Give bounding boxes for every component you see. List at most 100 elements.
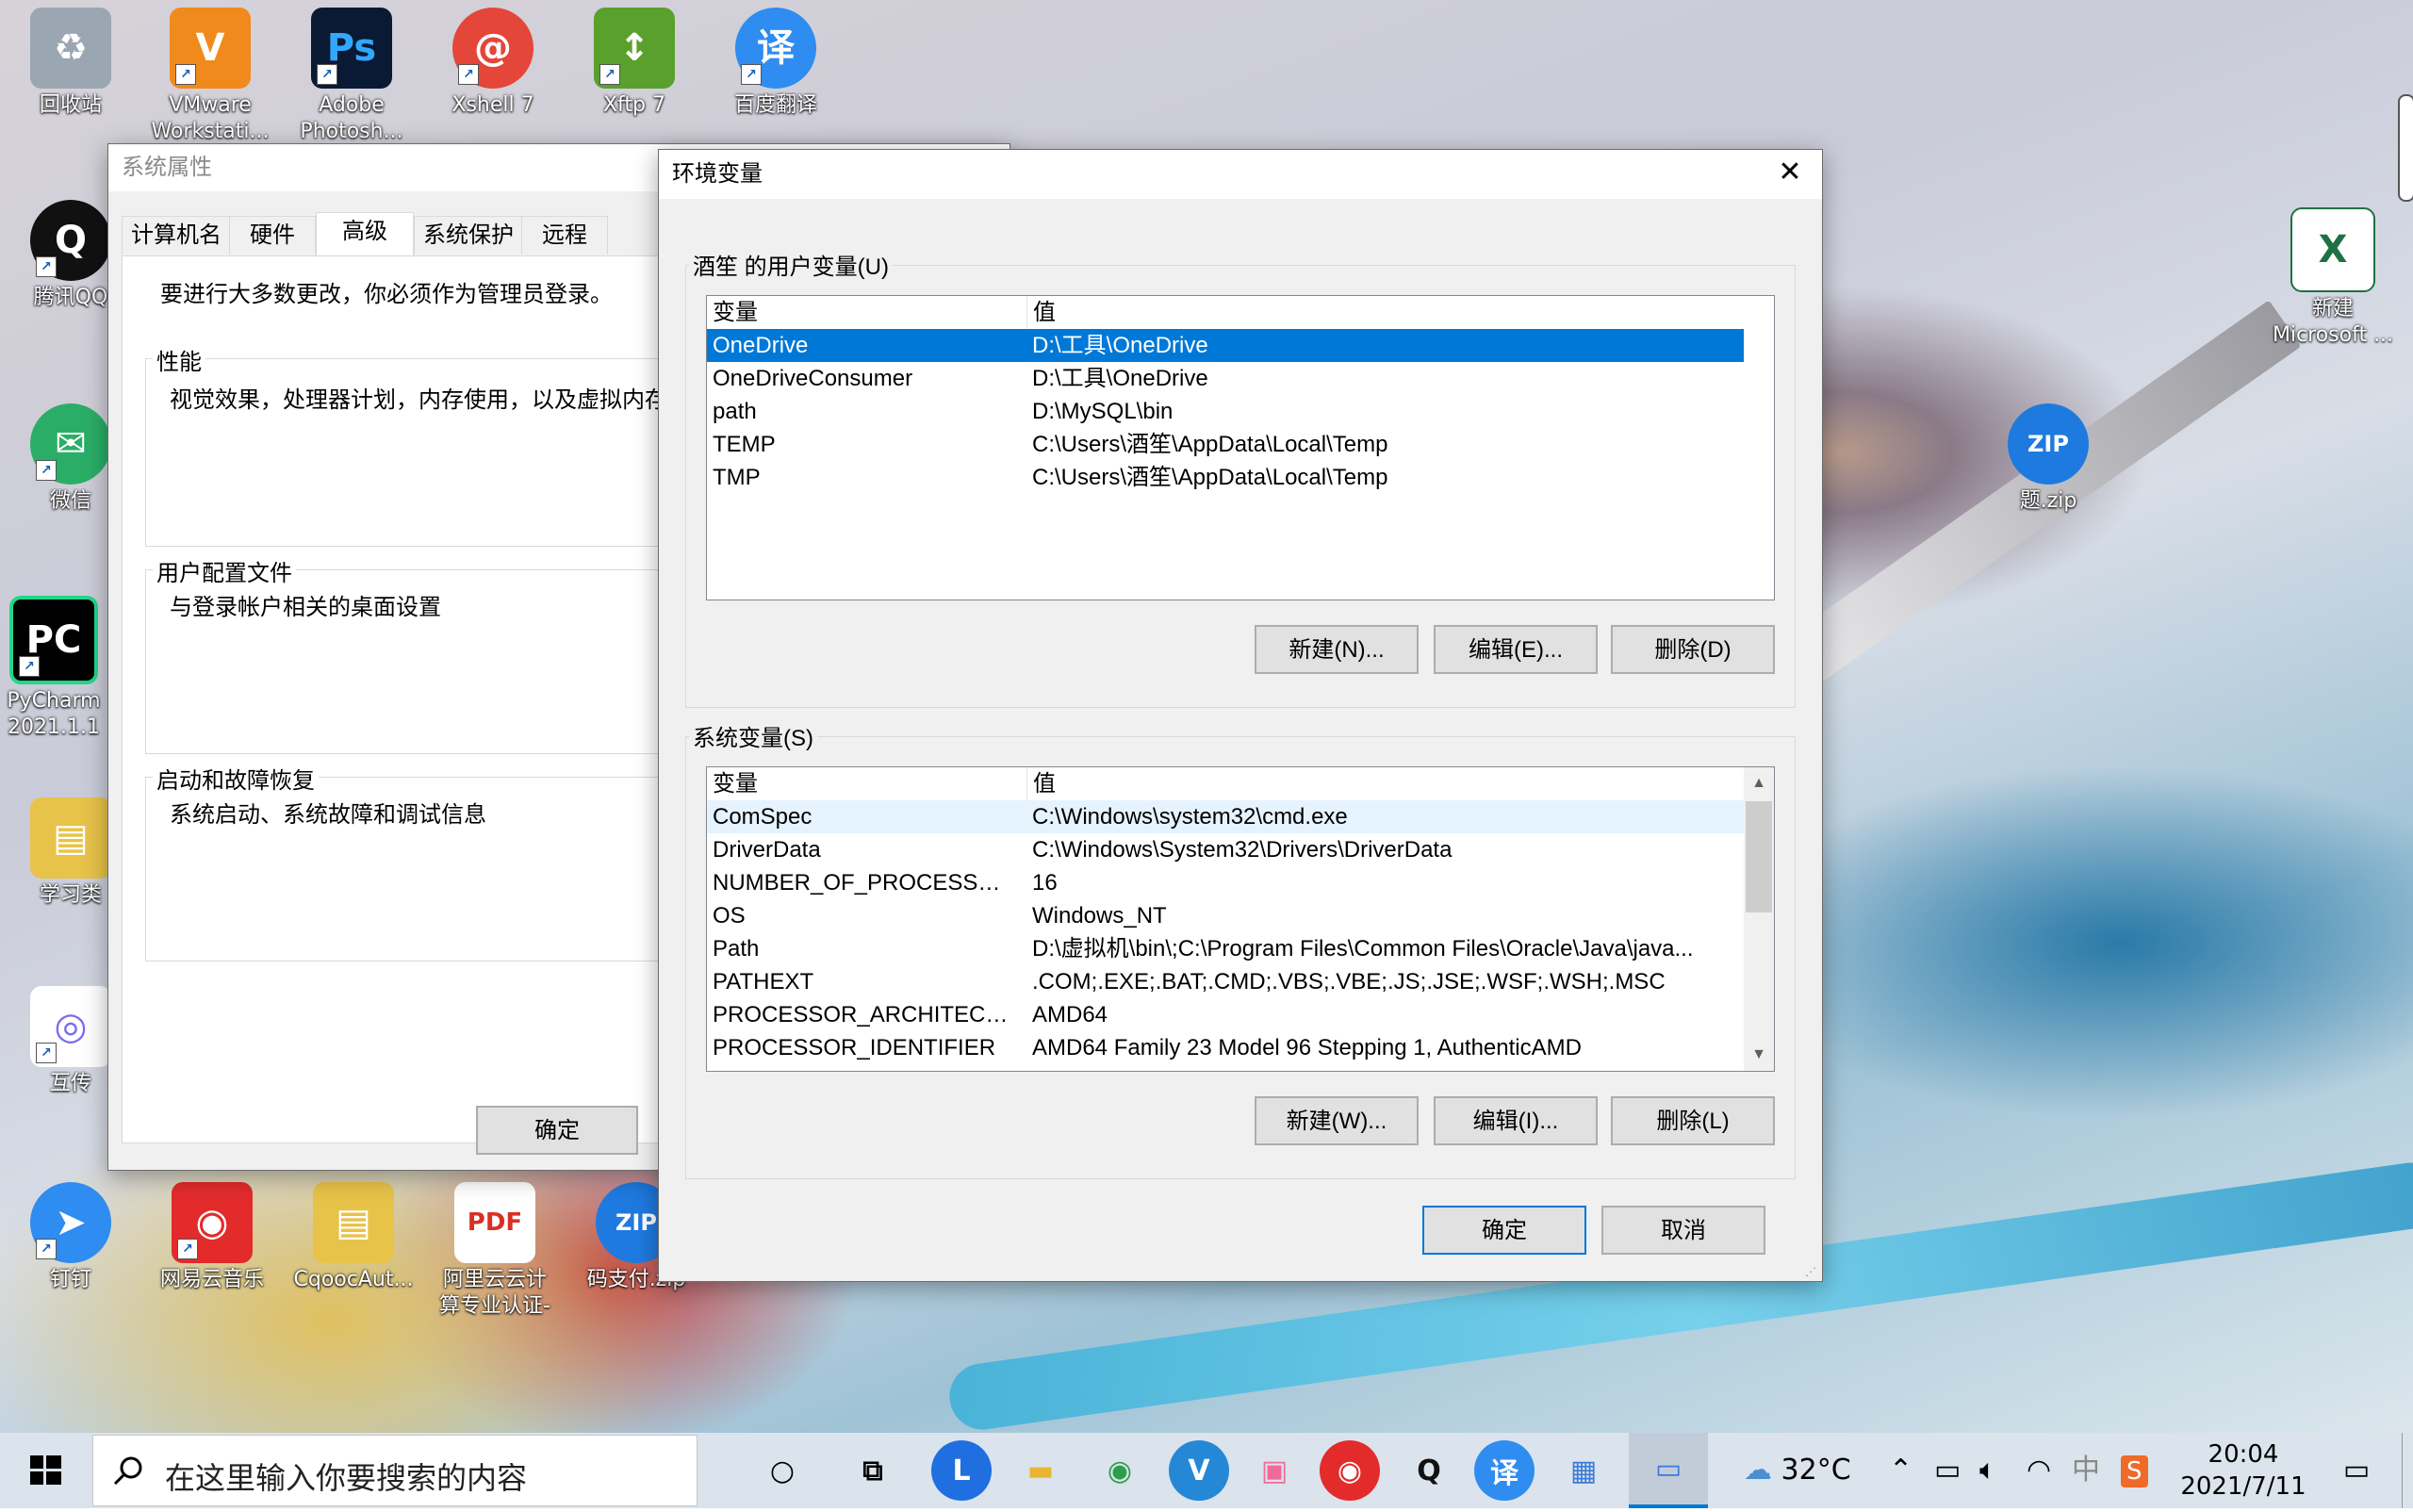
desktop-icon-xshell[interactable]: @ ↗ Xshell 7 xyxy=(432,8,554,119)
sys-var-row[interactable]: OS Windows_NT xyxy=(707,899,1774,932)
cortana-icon[interactable]: ○ xyxy=(752,1440,813,1501)
tab-hardware[interactable]: 硬件 xyxy=(229,216,316,255)
user-edit-button[interactable]: 编辑(E)... xyxy=(1434,625,1598,674)
vscode-icon[interactable]: V xyxy=(1169,1440,1229,1501)
desktop-icon-label: PyCharm 2021.1.1 x64 xyxy=(7,689,101,739)
column-header-variable[interactable]: 变量 xyxy=(713,296,1012,329)
shortcut-arrow-icon: ↗ xyxy=(36,1239,57,1259)
excel-icon: X xyxy=(2290,207,2375,292)
column-header-value[interactable]: 值 xyxy=(1026,767,1749,800)
qq-icon[interactable]: Q xyxy=(1399,1440,1459,1501)
user-delete-button[interactable]: 删除(D) xyxy=(1611,625,1775,674)
environment-variables-dialog[interactable]: 环境变量 ✕ 酒笙 的用户变量(U) 变量 值 OneDrive D:\工具\O… xyxy=(658,149,1823,1282)
sys-var-row[interactable]: PROCESSOR_IDENTIFIER AMD64 Family 23 Mod… xyxy=(707,1031,1774,1064)
performance-description: 视觉效果，处理器计划，内存使用，以及虚拟内存 xyxy=(170,387,667,413)
bilibili-icon[interactable]: ▣ xyxy=(1244,1440,1305,1501)
resize-grip-icon[interactable]: ⋰ xyxy=(1805,1264,1820,1279)
column-header-variable[interactable]: 变量 xyxy=(713,767,1012,800)
volume-icon[interactable]: 🔈︎ xyxy=(1979,1433,1996,1508)
shortcut-arrow-icon: ↗ xyxy=(36,256,57,277)
desktop-icon-dingtalk[interactable]: ➤ ↗ 钉钉 xyxy=(9,1182,132,1293)
user-var-row[interactable]: OneDriveConsumer D:\工具\OneDrive xyxy=(707,362,1774,395)
var-name: PROCESSOR_ARCHITECTU... xyxy=(713,1002,1012,1027)
sys-var-row[interactable]: PROCESSOR_ARCHITECTU... AMD64 xyxy=(707,998,1774,1031)
lark-icon[interactable]: L xyxy=(931,1440,992,1501)
user-var-row[interactable]: TMP C:\Users\酒笙\AppData\Local\Temp xyxy=(707,461,1774,494)
sys-var-row[interactable]: NUMBER_OF_PROCESSORS 16 xyxy=(707,866,1774,899)
weather-widget[interactable]: ☁ 32°C xyxy=(1744,1433,1851,1508)
ok-button[interactable]: 确定 xyxy=(1422,1206,1586,1255)
sys-var-row[interactable]: PATHEXT .COM;.EXE;.BAT;.CMD;.VBS;.VBE;.J… xyxy=(707,965,1774,998)
scrollbar-thumb[interactable] xyxy=(1746,801,1772,912)
baidu-translate-icon[interactable]: 译 xyxy=(1474,1440,1535,1501)
tab-advanced[interactable]: 高级 xyxy=(316,212,414,256)
system-new-button[interactable]: 新建(W)... xyxy=(1255,1096,1419,1145)
ime-indicator[interactable]: 中 xyxy=(2072,1433,2100,1508)
desktop-icon-baidu-translate[interactable]: 译 ↗ 百度翻译 xyxy=(714,8,837,119)
start-button[interactable] xyxy=(0,1433,90,1508)
var-value: D:\MySQL\bin xyxy=(1032,399,1174,424)
system-delete-button[interactable]: 删除(L) xyxy=(1611,1096,1775,1145)
taskbar-search-box[interactable]: 在这里输入你要搜索的内容 xyxy=(92,1435,698,1506)
user-new-button[interactable]: 新建(N)... xyxy=(1255,625,1419,674)
pdf-icon: PDF xyxy=(454,1182,535,1263)
user-var-row[interactable]: TEMP C:\Users\酒笙\AppData\Local\Temp xyxy=(707,428,1774,461)
desktop-icon-excel-new[interactable]: X 新建 Microsoft ... xyxy=(2262,207,2404,349)
shortcut-arrow-icon: ↗ xyxy=(175,64,196,85)
scroll-down-icon[interactable]: ▼ xyxy=(1744,1039,1774,1071)
user-variables-list[interactable]: 变量 值 OneDrive D:\工具\OneDrive OneDriveCon… xyxy=(706,295,1775,600)
user-var-row[interactable]: path D:\MySQL\bin xyxy=(707,395,1774,428)
user-var-row[interactable]: OneDrive D:\工具\OneDrive xyxy=(707,329,1744,362)
desktop-icon-pycharm[interactable]: PC↗ PyCharm 2021.1.1 x64 xyxy=(2,596,106,741)
desktop-icon-cqooc-folder[interactable]: ▤ CqoocAut... xyxy=(292,1182,415,1293)
desktop-icon-netease-music[interactable]: ◉ ↗ 网易云音乐 xyxy=(151,1182,273,1293)
control-panel-icon[interactable]: ▦ xyxy=(1553,1440,1614,1501)
env-dialog-titlebar[interactable]: 环境变量 ✕ xyxy=(659,150,1822,199)
cancel-button[interactable]: 取消 xyxy=(1601,1206,1765,1255)
battery-icon[interactable]: ▭ xyxy=(1934,1433,1961,1508)
sys-var-row[interactable]: Path D:\虚拟机\bin\;C:\Program Files\Common… xyxy=(707,932,1774,965)
system-edit-button[interactable]: 编辑(I)... xyxy=(1434,1096,1598,1145)
system-properties-icon[interactable]: ▭ xyxy=(1629,1433,1708,1508)
wifi-icon[interactable]: ◠ xyxy=(2027,1433,2051,1508)
shortcut-arrow-icon: ↗ xyxy=(36,460,57,481)
sysprops-ok-button[interactable]: 确定 xyxy=(476,1106,638,1155)
var-name: TEMP xyxy=(713,432,776,457)
show-hidden-icons-chevron-up-icon[interactable]: ⌃ xyxy=(1889,1433,1912,1508)
sys-var-row[interactable]: DriverData C:\Windows\System32\Drivers\D… xyxy=(707,833,1774,866)
sys-var-row[interactable]: ComSpec C:\Windows\system32\cmd.exe xyxy=(707,800,1744,833)
tab-computer-name[interactable]: 计算机名 xyxy=(122,216,231,255)
close-icon[interactable]: ✕ xyxy=(1758,150,1822,197)
xshell-icon: @ ↗ xyxy=(452,8,533,89)
desktop-icon-recycle-bin[interactable]: ♻ 回收站 xyxy=(9,8,132,119)
tab-system-protection[interactable]: 系统保护 xyxy=(414,216,523,255)
netease-music-icon[interactable]: ◉ xyxy=(1320,1440,1380,1501)
xftp-icon: ↕ ↗ xyxy=(594,8,675,89)
var-name: PROCESSOR_IDENTIFIER xyxy=(713,1035,996,1060)
var-value: C:\Users\酒笙\AppData\Local\Temp xyxy=(1032,465,1388,490)
zip-icon: ZIP xyxy=(2008,403,2089,485)
desktop-icon-xftp[interactable]: ↕ ↗ Xftp 7 xyxy=(573,8,696,119)
clock-time: 20:04 xyxy=(2208,1440,2279,1469)
column-header-value[interactable]: 值 xyxy=(1026,296,1749,329)
desktop-icon-label: VMware Workstati... xyxy=(151,93,270,143)
notification-center-icon[interactable]: ▭ xyxy=(2328,1433,2385,1508)
clock-date: 2021/7/11 xyxy=(2180,1472,2306,1501)
task-view-icon[interactable]: ⧉ xyxy=(843,1440,903,1501)
desktop-icon-photoshop[interactable]: Ps ↗ Adobe Photosh... xyxy=(290,8,413,145)
list-header: 变量 值 xyxy=(707,296,1774,329)
chrome-icon[interactable]: ◉ xyxy=(1090,1440,1150,1501)
system-variables-list[interactable]: 变量 值 ComSpec C:\Windows\system32\cmd.exe… xyxy=(706,766,1775,1072)
clock[interactable]: 20:04 2021/7/11 xyxy=(2177,1438,2309,1503)
system-variables-scrollbar[interactable]: ▲ ▼ xyxy=(1744,767,1774,1071)
desktop-icon-aliyun-pdf[interactable]: PDF 阿里云云计算专业认证-A... xyxy=(434,1182,556,1320)
windows-logo-icon xyxy=(30,1455,61,1485)
desktop-icon-vmware[interactable]: V ↗ VMware Workstati... xyxy=(149,8,271,145)
desktop-icon-label: 网易云音乐 xyxy=(159,1268,264,1291)
desktop-icon-ti-zip[interactable]: ZIP 题.zip xyxy=(1987,403,2109,515)
sogou-ime-icon[interactable]: S xyxy=(2121,1433,2148,1508)
show-desktop-button[interactable] xyxy=(2402,1433,2413,1508)
file-explorer-icon[interactable]: ▬ xyxy=(1010,1440,1071,1501)
scroll-up-icon[interactable]: ▲ xyxy=(1744,767,1774,799)
tab-remote[interactable]: 远程 xyxy=(521,216,608,255)
